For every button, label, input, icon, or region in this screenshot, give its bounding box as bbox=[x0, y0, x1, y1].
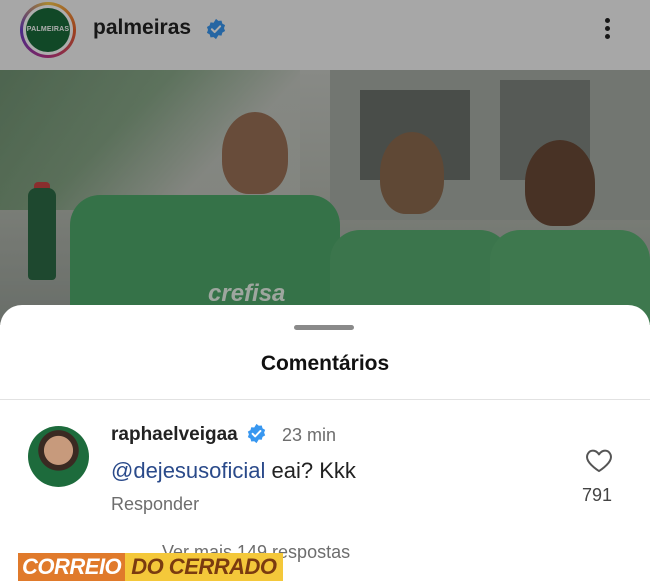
commenter-username[interactable]: raphaelveigaa bbox=[111, 424, 238, 446]
commenter-avatar[interactable] bbox=[28, 426, 89, 487]
watermark-part2: DO CERRADO bbox=[125, 553, 283, 581]
comment-body: eai? Kkk bbox=[265, 458, 356, 483]
divider bbox=[0, 399, 650, 400]
like-count: 791 bbox=[582, 485, 613, 505]
reply-button[interactable]: Responder bbox=[111, 494, 199, 515]
comment-text: @dejesusoficial eai? Kkk bbox=[111, 458, 356, 484]
heart-icon[interactable] bbox=[585, 447, 613, 473]
comments-sheet: Comentários raphaelveigaa 23 min @dejesu… bbox=[0, 305, 650, 587]
mention-link[interactable]: @dejesusoficial bbox=[111, 458, 265, 483]
verified-badge-icon bbox=[247, 423, 266, 444]
sheet-title: Comentários bbox=[260, 352, 390, 375]
watermark-part1: CORREIO bbox=[18, 553, 126, 581]
comment-time: 23 min bbox=[282, 425, 337, 445]
overlay-dim[interactable] bbox=[0, 0, 650, 325]
drag-handle[interactable] bbox=[294, 325, 354, 330]
correio-do-cerrado-watermark: CORREIO DO CERRADO bbox=[18, 553, 283, 581]
